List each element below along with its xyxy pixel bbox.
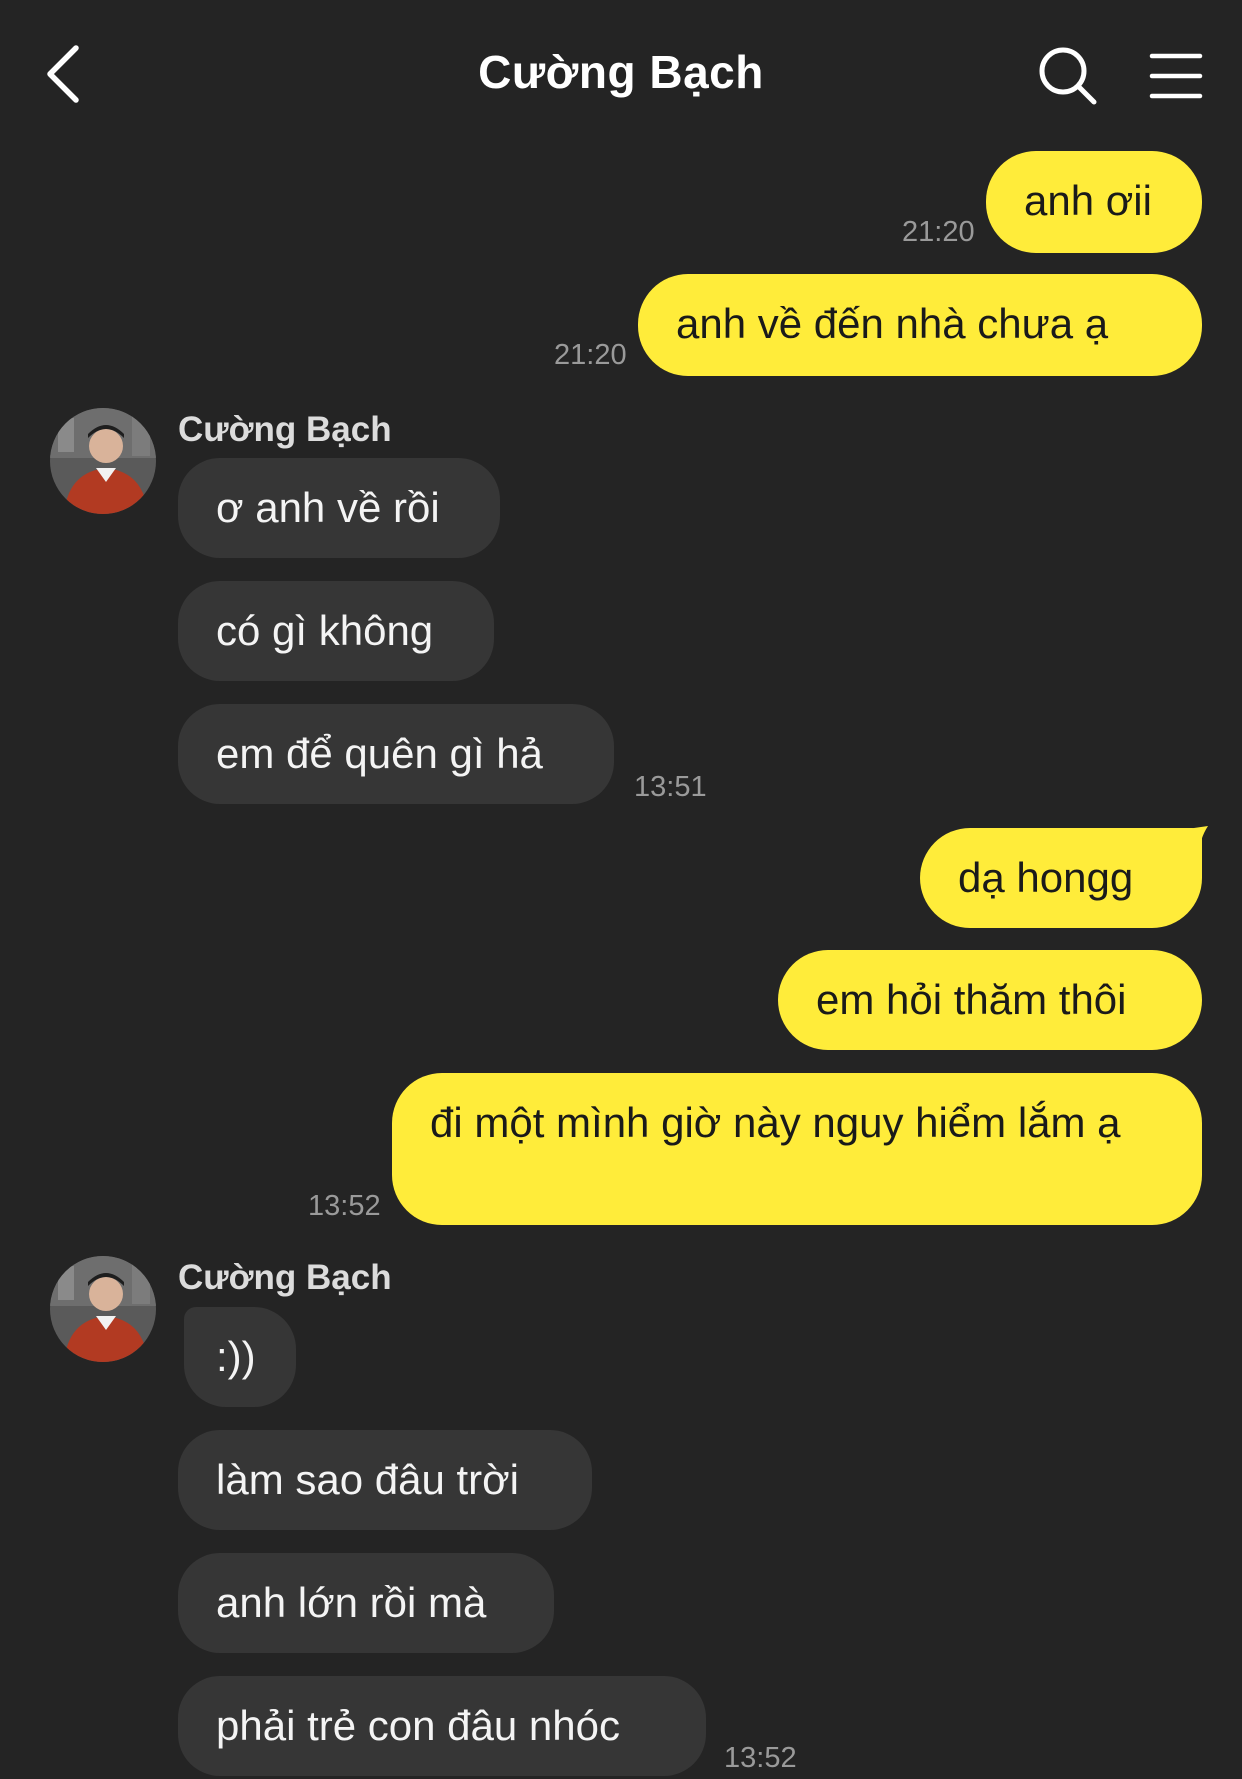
message-time: 13:51 bbox=[634, 771, 707, 803]
avatar[interactable] bbox=[50, 1256, 156, 1362]
incoming-message[interactable]: anh lớn rồi mà bbox=[178, 1553, 554, 1653]
message-time: 13:52 bbox=[308, 1190, 381, 1222]
message-time: 21:20 bbox=[554, 339, 627, 371]
chat-header: Cường Bạch bbox=[0, 0, 1242, 150]
message-time: 13:52 bbox=[724, 1742, 797, 1774]
search-icon bbox=[1039, 47, 1097, 105]
incoming-message[interactable]: có gì không bbox=[178, 581, 494, 681]
incoming-message[interactable]: phải trẻ con đâu nhóc bbox=[178, 1676, 706, 1776]
avatar[interactable] bbox=[50, 408, 156, 514]
menu-button[interactable] bbox=[1148, 48, 1204, 104]
menu-icon bbox=[1149, 53, 1203, 99]
outgoing-message[interactable]: anh về đến nhà chưa ạ bbox=[638, 274, 1202, 376]
incoming-message[interactable]: ơ anh về rồi bbox=[178, 458, 500, 558]
outgoing-message[interactable]: đi một mình giờ này nguy hiểm lắm ạ bbox=[392, 1073, 1202, 1225]
incoming-message[interactable]: làm sao đâu trời bbox=[178, 1430, 592, 1530]
outgoing-message[interactable]: dạ hongg bbox=[920, 828, 1202, 928]
bubble-tail bbox=[1180, 826, 1208, 856]
outgoing-message[interactable]: em hỏi thăm thôi bbox=[778, 950, 1202, 1050]
sender-name: Cường Bạch bbox=[178, 410, 392, 449]
incoming-message[interactable]: :)) bbox=[184, 1307, 296, 1407]
search-button[interactable] bbox=[1036, 44, 1100, 108]
message-time: 21:20 bbox=[902, 216, 975, 248]
sender-name: Cường Bạch bbox=[178, 1258, 392, 1297]
avatar-photo bbox=[50, 408, 156, 514]
outgoing-message[interactable]: anh ơii bbox=[986, 151, 1202, 253]
avatar-photo bbox=[50, 1256, 156, 1362]
incoming-message[interactable]: em để quên gì hả bbox=[178, 704, 614, 804]
